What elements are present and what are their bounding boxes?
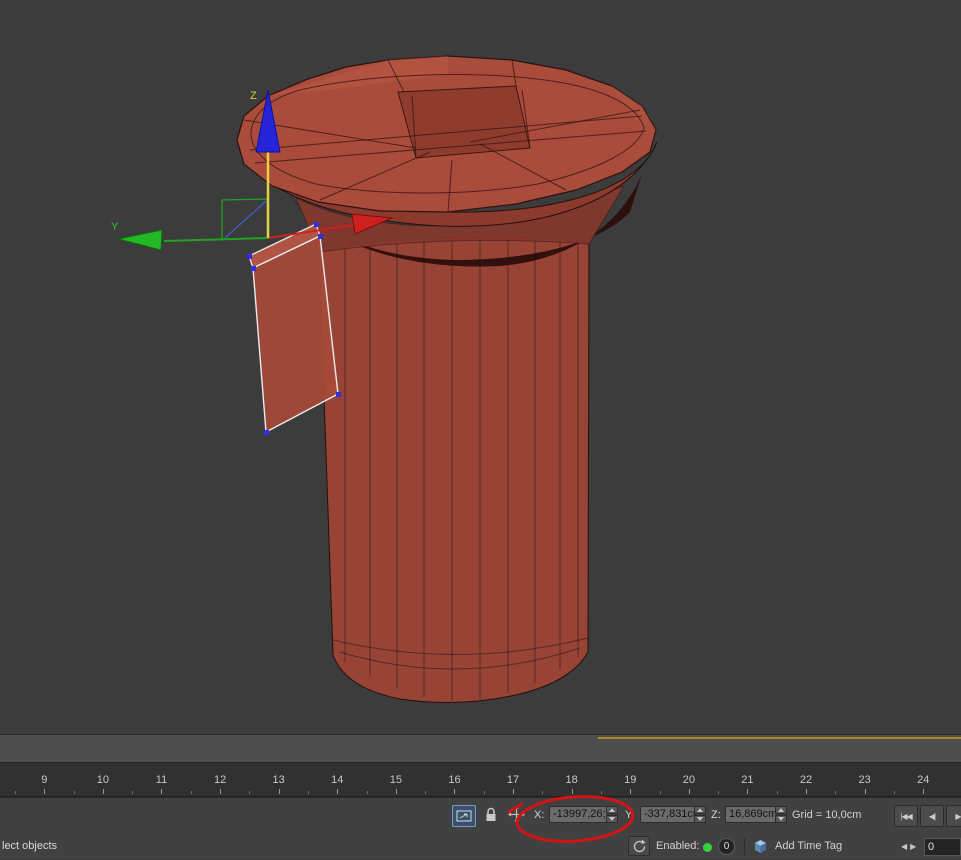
screw-head-top[interactable] (237, 56, 656, 212)
timeline-tick: 18 (542, 763, 601, 796)
grid-size-label: Grid = 10,0cm (792, 809, 861, 821)
add-time-tag-link[interactable]: Add Time Tag (775, 840, 842, 852)
x-coord-label: X: (534, 809, 544, 821)
gizmo-y-shaft[interactable] (164, 238, 268, 241)
screw-shank[interactable] (319, 238, 589, 703)
absolute-offset-mode-button[interactable] (507, 805, 525, 823)
timeline-tick: 12 (191, 763, 250, 796)
previous-key-button[interactable]: ◀ (901, 842, 910, 851)
timeline-tick: 19 (601, 763, 660, 796)
z-coord-label: Z: (711, 809, 721, 821)
coordinate-row: X: -13997,26; Y: -337,831cr Z: 16,869cm … (0, 798, 961, 834)
z-spin-up[interactable] (775, 806, 787, 814)
status-bar: X: -13997,26; Y: -337,831cr Z: 16,869cm … (0, 797, 961, 859)
lock-icon (485, 807, 497, 822)
timeline-tick: 16 (425, 763, 484, 796)
prompt-row: lect objects Enabled: 0 Add Time Tag ◀▶ … (0, 834, 961, 860)
enabled-label: Enabled: (656, 840, 699, 852)
timeline-tick: 13 (249, 763, 308, 796)
timeline-tick: 20 (660, 763, 719, 796)
z-spin-down[interactable] (775, 815, 787, 823)
circular-arrows-icon (632, 839, 647, 854)
y-spin-down[interactable] (694, 815, 706, 823)
timeline-tick: 22 (777, 763, 836, 796)
x-spin-up[interactable] (606, 806, 618, 814)
time-tag-button[interactable] (752, 838, 769, 855)
key-step-buttons[interactable]: ◀▶ (901, 842, 919, 851)
z-coord-field[interactable]: 16,869cm (725, 806, 777, 823)
gizmo-plane-diagonal (225, 201, 266, 238)
y-spin-up[interactable] (694, 806, 706, 814)
previous-frame-button[interactable]: ◀| (920, 805, 944, 827)
timeline-ruler[interactable]: 9 10 11 12 13 14 15 16 17 18 19 20 21 22… (0, 762, 961, 797)
enabled-indicator[interactable] (703, 843, 712, 852)
animation-mode-button[interactable] (628, 836, 650, 856)
x-coord-field[interactable]: -13997,26; (549, 806, 608, 823)
x-coord-spinner[interactable] (606, 806, 618, 823)
gizmo-z-label: Z (250, 90, 257, 102)
transform-gizmo-icon (456, 810, 472, 822)
y-coord-label: Y: (625, 809, 635, 821)
scene-canvas[interactable]: Z Y (0, 0, 961, 734)
timeline-tick: 15 (367, 763, 426, 796)
timeline-tick: 10 (74, 763, 133, 796)
timeline-tick: 14 (308, 763, 367, 796)
play-button[interactable]: ▶ (946, 805, 961, 827)
viewport-3d[interactable]: Z Y (0, 0, 961, 734)
timeline-tick: 11 (132, 763, 191, 796)
transform-typein-button[interactable] (452, 805, 476, 827)
prompt-text: lect objects (2, 840, 57, 852)
xyz-move-icon (508, 806, 525, 823)
y-coord-spinner[interactable] (694, 806, 706, 823)
current-frame-field[interactable]: 0 (924, 838, 961, 856)
timeline-tick: 24 (894, 763, 953, 796)
separator (744, 838, 745, 855)
timeline-tick: 9 (15, 763, 74, 796)
timeline-tick: 21 (718, 763, 777, 796)
y-coord-field[interactable]: -337,831cr (640, 806, 696, 823)
z-coord-spinner[interactable] (775, 806, 787, 823)
gizmo-y-label: Y (111, 221, 119, 233)
cube-icon (753, 839, 768, 854)
gizmo-y-arrowhead[interactable] (118, 230, 162, 250)
zero-key-badge[interactable]: 0 (718, 838, 735, 855)
time-range-line (598, 737, 961, 739)
go-to-start-button[interactable]: |◀◀ (894, 805, 918, 827)
timeline-tick: 17 (484, 763, 543, 796)
timeline-tick: 23 (835, 763, 894, 796)
selection-lock-toggle[interactable] (484, 806, 498, 822)
track-bar[interactable] (0, 734, 961, 762)
x-spin-down[interactable] (606, 815, 618, 823)
next-key-button[interactable]: ▶ (910, 842, 919, 851)
